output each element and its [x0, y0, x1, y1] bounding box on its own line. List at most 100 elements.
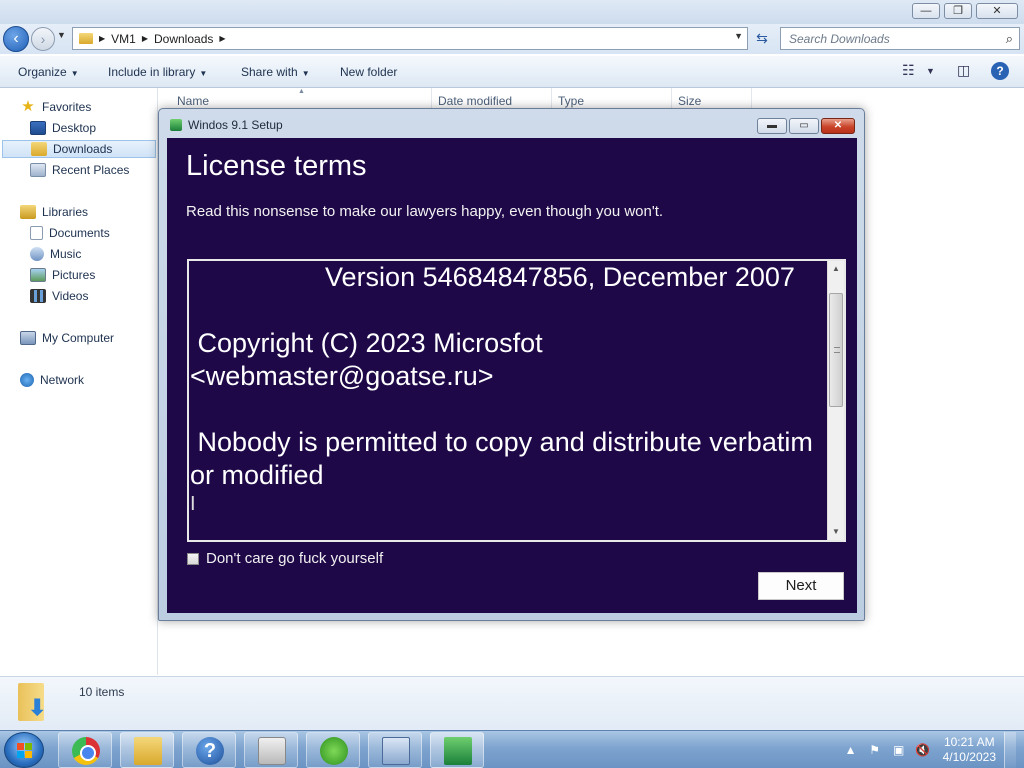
- sidebar-item-network[interactable]: Network: [20, 371, 84, 389]
- column-name[interactable]: Name: [177, 94, 209, 108]
- address-dropdown-icon[interactable]: ▼: [734, 31, 743, 41]
- view-dropdown-icon[interactable]: ▼: [926, 66, 935, 76]
- sidebar-item-my-computer[interactable]: My Computer: [20, 329, 114, 347]
- address-bar-row: ‹ › ▼ ▶ VM1 ▶ Downloads ▶ ▼ ⇆ Search Dow…: [0, 24, 1024, 54]
- help-icon[interactable]: ?: [991, 62, 1009, 80]
- license-scrollbar[interactable]: ▲ ▼: [827, 261, 844, 540]
- sidebar-item-label: Favorites: [42, 100, 92, 114]
- address-field[interactable]: ▶ VM1 ▶ Downloads ▶ ▼: [72, 27, 748, 50]
- view-options-icon[interactable]: ☷: [902, 62, 915, 79]
- chevron-right-icon[interactable]: ▶: [142, 34, 148, 43]
- scroll-up-icon[interactable]: ▲: [828, 261, 844, 277]
- window-controls: — ❐ ✕: [912, 3, 1018, 19]
- sort-ascending-icon: ▲: [298, 88, 305, 95]
- accept-checkbox-label[interactable]: Don't care go fuck yourself: [206, 550, 383, 567]
- chevron-right-icon[interactable]: ▶: [99, 34, 105, 43]
- keyboard-icon: [382, 737, 410, 765]
- sidebar-item-videos[interactable]: Videos: [30, 287, 88, 305]
- new-folder-label: New folder: [340, 65, 398, 79]
- column-type[interactable]: Type: [558, 94, 584, 108]
- search-icon[interactable]: ⌕: [1006, 31, 1013, 47]
- organize-menu[interactable]: Organize ▼: [18, 65, 79, 79]
- refresh-icon[interactable]: ⇆: [752, 30, 772, 48]
- forward-button[interactable]: ›: [31, 27, 55, 51]
- minimize-button[interactable]: —: [912, 3, 940, 19]
- column-size[interactable]: Size: [678, 94, 701, 108]
- share-with-menu[interactable]: Share with ▼: [241, 65, 310, 79]
- downloads-folder-icon: ⬇: [18, 681, 52, 721]
- column-divider[interactable]: [431, 88, 432, 110]
- videos-icon: [30, 289, 46, 303]
- download-arrow-icon: ⬇: [28, 695, 47, 720]
- taskbar-setup[interactable]: [430, 732, 484, 768]
- chevron-right-icon[interactable]: ▶: [219, 34, 225, 43]
- scroll-down-icon[interactable]: ▼: [828, 524, 844, 540]
- sidebar-item-label: My Computer: [42, 331, 115, 345]
- show-desktop-button[interactable]: [1004, 732, 1016, 768]
- clock[interactable]: 10:21 AM 4/10/2023: [943, 735, 996, 765]
- logo-green-quadrant: [25, 743, 32, 750]
- dialog-close-button[interactable]: ✕: [821, 118, 855, 134]
- accept-checkbox[interactable]: [187, 552, 199, 565]
- sidebar-item-music[interactable]: Music: [30, 245, 81, 263]
- action-center-icon[interactable]: ⚑: [867, 742, 883, 758]
- dialog-maximize-button[interactable]: ▭: [789, 118, 819, 134]
- file-list-header: ▲ Name Date modified Type Size: [159, 88, 1024, 110]
- volume-muted-icon[interactable]: 🔇: [915, 742, 931, 758]
- taskbar-media-player[interactable]: [244, 732, 298, 768]
- dialog-minimize-button[interactable]: ▬: [757, 118, 787, 134]
- scroll-thumb[interactable]: [829, 293, 843, 407]
- include-in-library-label: Include in library: [108, 65, 196, 79]
- license-textbox[interactable]: Version 54684847856, December 2007 Copyr…: [187, 259, 846, 542]
- taskbar-explorer[interactable]: [120, 732, 174, 768]
- details-pane: ⬇ 10 items: [0, 676, 1024, 730]
- breadcrumb-vm1[interactable]: VM1: [111, 32, 136, 46]
- preview-pane-icon[interactable]: ◫: [957, 62, 970, 79]
- sidebar-item-pictures[interactable]: Pictures: [30, 266, 95, 284]
- column-date-modified[interactable]: Date modified: [438, 94, 512, 108]
- sidebar-item-label: Desktop: [52, 121, 97, 135]
- system-tray: ▲ ⚑ ▣ 🔇 10:21 AM 4/10/2023: [843, 732, 1016, 768]
- search-input[interactable]: Search Downloads ⌕: [780, 27, 1020, 50]
- sidebar-item-label: Recent Places: [52, 163, 130, 177]
- sidebar-item-downloads[interactable]: Downloads: [2, 140, 156, 158]
- maximize-button[interactable]: ❐: [944, 3, 972, 19]
- clock-date: 4/10/2023: [942, 750, 996, 764]
- downloads-folder-icon: [31, 142, 47, 156]
- new-folder-button[interactable]: New folder: [340, 65, 397, 79]
- back-button[interactable]: ‹: [3, 26, 29, 52]
- sidebar-item-desktop[interactable]: Desktop: [30, 119, 96, 137]
- column-divider[interactable]: [551, 88, 552, 110]
- clock-time: 10:21 AM: [943, 735, 995, 749]
- show-hidden-icons-icon[interactable]: ▲: [843, 742, 859, 758]
- column-divider[interactable]: [751, 88, 752, 110]
- breadcrumb-downloads[interactable]: Downloads: [154, 32, 213, 46]
- sidebar-item-documents[interactable]: Documents: [30, 224, 110, 242]
- organize-label: Organize: [18, 65, 67, 79]
- sidebar-item-label: Videos: [52, 289, 89, 303]
- sidebar-item-recent-places[interactable]: Recent Places: [30, 161, 129, 179]
- network-status-icon[interactable]: ▣: [891, 742, 907, 758]
- start-button[interactable]: [4, 732, 44, 768]
- taskbar-help[interactable]: ?: [182, 732, 236, 768]
- documents-icon: [30, 226, 43, 240]
- sidebar-item-favorites[interactable]: ★ Favorites: [20, 98, 91, 116]
- logo-red-quadrant: [17, 743, 24, 750]
- sidebar-item-libraries[interactable]: Libraries: [20, 203, 88, 221]
- logo-blue-quadrant: [17, 751, 24, 758]
- taskbar-windows-app[interactable]: [306, 732, 360, 768]
- setup-icon: [444, 737, 472, 765]
- column-divider[interactable]: [671, 88, 672, 110]
- close-button[interactable]: ✕: [976, 3, 1018, 19]
- recent-pages-dropdown[interactable]: ▼: [57, 30, 66, 40]
- sidebar-item-label: Pictures: [52, 268, 96, 282]
- next-button[interactable]: Next: [758, 572, 844, 600]
- taskbar-keyboard[interactable]: [368, 732, 422, 768]
- include-in-library-menu[interactable]: Include in library ▼: [108, 65, 207, 79]
- dialog-titlebar: Windos 9.1 Setup: [170, 118, 283, 132]
- setup-dialog: Windos 9.1 Setup ▬ ▭ ✕ License terms Rea…: [158, 108, 865, 621]
- command-toolbar: Organize ▼ Include in library ▼ Share with…: [0, 56, 1024, 88]
- taskbar-chrome[interactable]: [58, 732, 112, 768]
- accept-checkbox-row[interactable]: Don't care go fuck yourself: [187, 550, 383, 567]
- license-heading: License terms: [186, 150, 367, 182]
